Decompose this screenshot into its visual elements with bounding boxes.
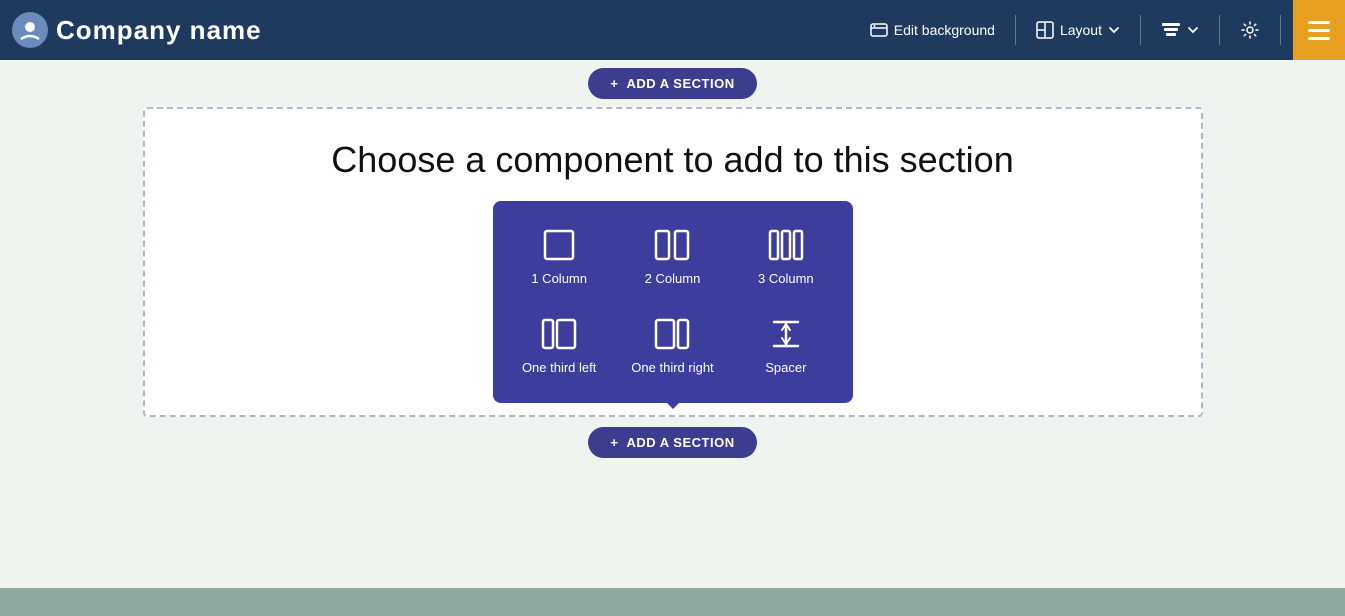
2-column-icon	[654, 227, 690, 263]
align-icon	[1161, 21, 1181, 39]
edit-background-button[interactable]: Edit background	[858, 15, 1007, 45]
section-container: Choose a component to add to this sectio…	[143, 107, 1203, 417]
add-section-top-button[interactable]: + ADD A SECTION	[588, 68, 756, 99]
toolbar-divider-1	[1015, 15, 1016, 45]
one-third-left-icon	[541, 316, 577, 352]
company-name: Company name	[56, 15, 262, 46]
settings-button[interactable]	[1228, 14, 1272, 46]
2-column-label: 2 Column	[645, 271, 701, 288]
toolbar-divider-4	[1280, 15, 1281, 45]
main-content: + ADD A SECTION Choose a component to ad…	[0, 60, 1345, 616]
3-column-label: 3 Column	[758, 271, 814, 288]
add-section-top-label: ADD A SECTION	[626, 76, 734, 91]
edit-background-icon	[870, 21, 888, 39]
3-column-icon	[768, 227, 804, 263]
plus-icon-top: +	[610, 76, 618, 91]
1-column-icon	[541, 227, 577, 263]
layout-1-column[interactable]: 1 Column	[509, 221, 610, 294]
align-button[interactable]	[1149, 15, 1211, 45]
spacer-icon	[768, 316, 804, 352]
one-third-right-label: One third right	[631, 360, 713, 377]
edit-background-label: Edit background	[894, 22, 995, 38]
layout-popup: 1 Column 2 Column	[493, 201, 853, 403]
spacer-label: Spacer	[765, 360, 806, 377]
hamburger-icon	[1308, 21, 1330, 40]
components-row: T Text Button	[489, 211, 857, 307]
layout-button[interactable]: Layout	[1024, 15, 1132, 45]
one-third-right-icon	[654, 316, 690, 352]
chevron-down-icon	[1108, 24, 1120, 36]
1-column-label: 1 Column	[531, 271, 587, 288]
layout-3-column[interactable]: 3 Column	[735, 221, 836, 294]
logo-circle	[12, 12, 48, 48]
toolbar-divider-3	[1219, 15, 1220, 45]
toolbar: Company name Edit background Layout	[0, 0, 1345, 60]
toolbar-divider-2	[1140, 15, 1141, 45]
layout-2-column[interactable]: 2 Column	[622, 221, 723, 294]
layout-icon	[1036, 21, 1054, 39]
layout-spacer[interactable]: Spacer	[735, 310, 836, 383]
align-chevron-icon	[1187, 24, 1199, 36]
hamburger-button[interactable]	[1293, 0, 1345, 60]
layout-one-third-left[interactable]: One third left	[509, 310, 610, 383]
toolbar-actions: Edit background Layout	[858, 14, 1333, 46]
one-third-left-label: One third left	[522, 360, 596, 377]
section-title: Choose a component to add to this sectio…	[331, 139, 1013, 181]
footer-bar	[0, 588, 1345, 616]
layout-one-third-right[interactable]: One third right	[622, 310, 723, 383]
plus-icon-bottom: +	[610, 435, 618, 450]
add-section-bottom-button[interactable]: + ADD A SECTION	[588, 427, 756, 458]
layout-label: Layout	[1060, 22, 1102, 38]
gear-icon	[1240, 20, 1260, 40]
add-section-bottom-label: ADD A SECTION	[626, 435, 734, 450]
logo	[12, 12, 48, 48]
